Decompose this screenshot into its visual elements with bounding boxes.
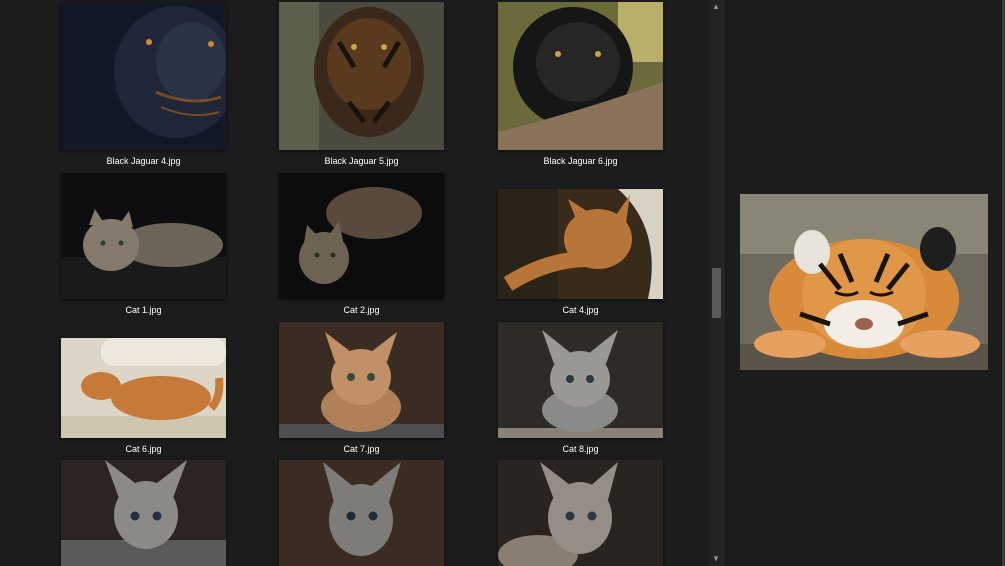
gray-kitten-thumbnail[interactable] — [61, 460, 226, 566]
black-jaguar-on-branch-thumbnail[interactable] — [498, 2, 663, 150]
gray-kitten-thumbnail[interactable] — [279, 460, 444, 566]
file-name: Cat 6.jpg — [125, 444, 162, 454]
file-name: Black Jaguar 4.jpg — [106, 156, 181, 166]
sleeping-tiger-cub-preview — [740, 194, 988, 370]
tabby-cat-crouching-thumbnail[interactable] — [279, 173, 444, 299]
preview-pane — [724, 0, 1005, 566]
tiger-striped-jaguar-thumbnail[interactable] — [279, 2, 444, 150]
file-name: Cat 7.jpg — [343, 444, 380, 454]
file-name: Cat 1.jpg — [125, 305, 162, 315]
gray-kitten-thumbnail[interactable] — [498, 460, 663, 566]
scroll-down-arrow-icon[interactable]: ▼ — [709, 552, 723, 566]
thumbnail-grid: Black Jaguar 4.jpg Black Jaguar 5.jpg Bl… — [0, 0, 708, 566]
black-jaguar-thumbnail[interactable] — [61, 2, 226, 150]
file-name: Cat 2.jpg — [343, 305, 380, 315]
tabby-kitten-thumbnail[interactable] — [498, 322, 663, 438]
file-name: Black Jaguar 6.jpg — [543, 156, 618, 166]
tabby-cat-lying-thumbnail[interactable] — [61, 173, 226, 299]
scrollbar-thumb[interactable] — [712, 268, 721, 318]
file-name: Cat 8.jpg — [562, 444, 599, 454]
scroll-up-arrow-icon[interactable]: ▲ — [709, 0, 723, 14]
vertical-scrollbar[interactable]: ▲ ▼ — [709, 0, 723, 566]
file-name: Cat 4.jpg — [562, 305, 599, 315]
file-name: Black Jaguar 5.jpg — [324, 156, 399, 166]
orange-kitten-thumbnail[interactable] — [279, 322, 444, 438]
orange-cat-sleeping-thumbnail[interactable] — [61, 338, 226, 438]
orange-cat-reaching-thumbnail[interactable] — [498, 189, 663, 299]
